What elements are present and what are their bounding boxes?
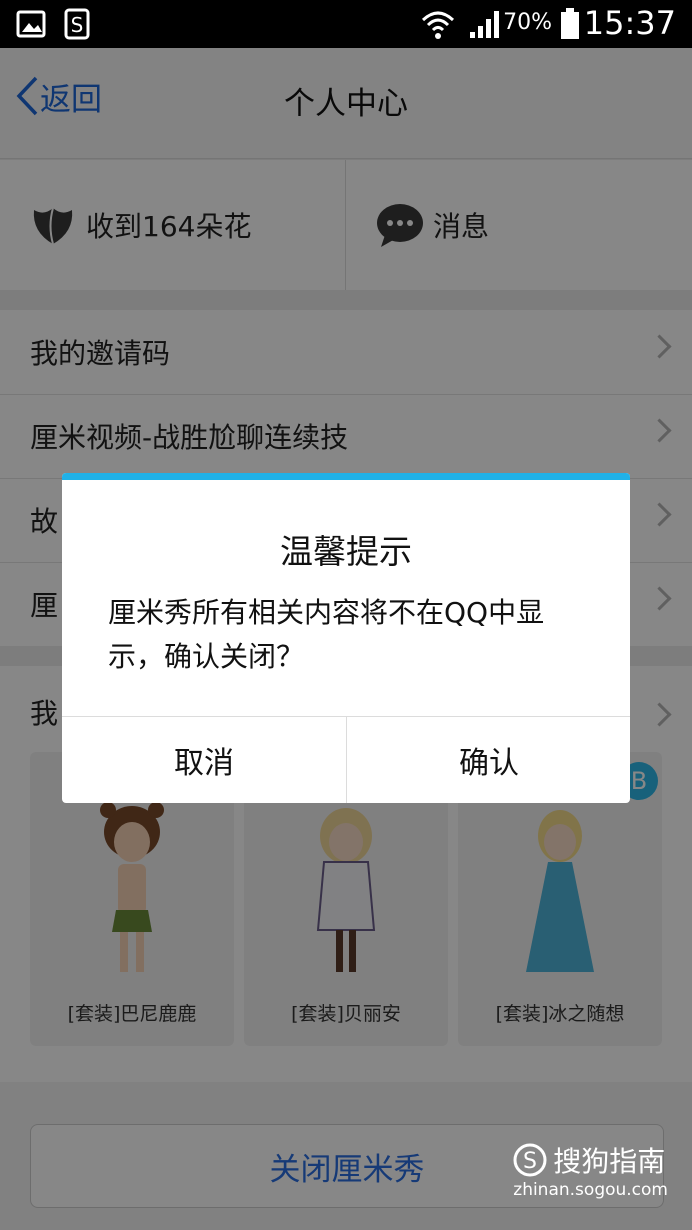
svg-text:S: S: [523, 1149, 537, 1174]
gallery-icon: [16, 10, 46, 38]
dialog-message: 厘米秀所有相关内容将不在QQ中显示，确认关闭？: [108, 596, 545, 673]
watermark-url: zhinan.sogou.com: [513, 1180, 668, 1200]
sogou-logo-icon: S: [513, 1143, 547, 1177]
watermark: S 搜狗指南 zhinan.sogou.com: [513, 1140, 668, 1200]
signal-icon: [470, 11, 499, 38]
battery-percent: 70%: [503, 10, 552, 35]
battery-icon: [561, 8, 579, 39]
confirm-dialog: 温馨提示 厘米秀所有相关内容将不在QQ中显示，确认关闭？ 取消 确认: [62, 473, 630, 803]
cancel-button[interactable]: 取消: [62, 717, 346, 803]
svg-text:S: S: [71, 13, 84, 37]
dialog-accent-bar: [62, 473, 630, 480]
confirm-button[interactable]: 确认: [347, 717, 630, 803]
watermark-brand: 搜狗指南: [553, 1145, 666, 1178]
dialog-title: 温馨提示: [280, 532, 412, 571]
status-bar: S 70% 15:37: [0, 0, 692, 48]
sogou-app-icon: S: [64, 8, 90, 40]
clock: 15:37: [583, 4, 676, 42]
wifi-icon: [421, 11, 455, 39]
